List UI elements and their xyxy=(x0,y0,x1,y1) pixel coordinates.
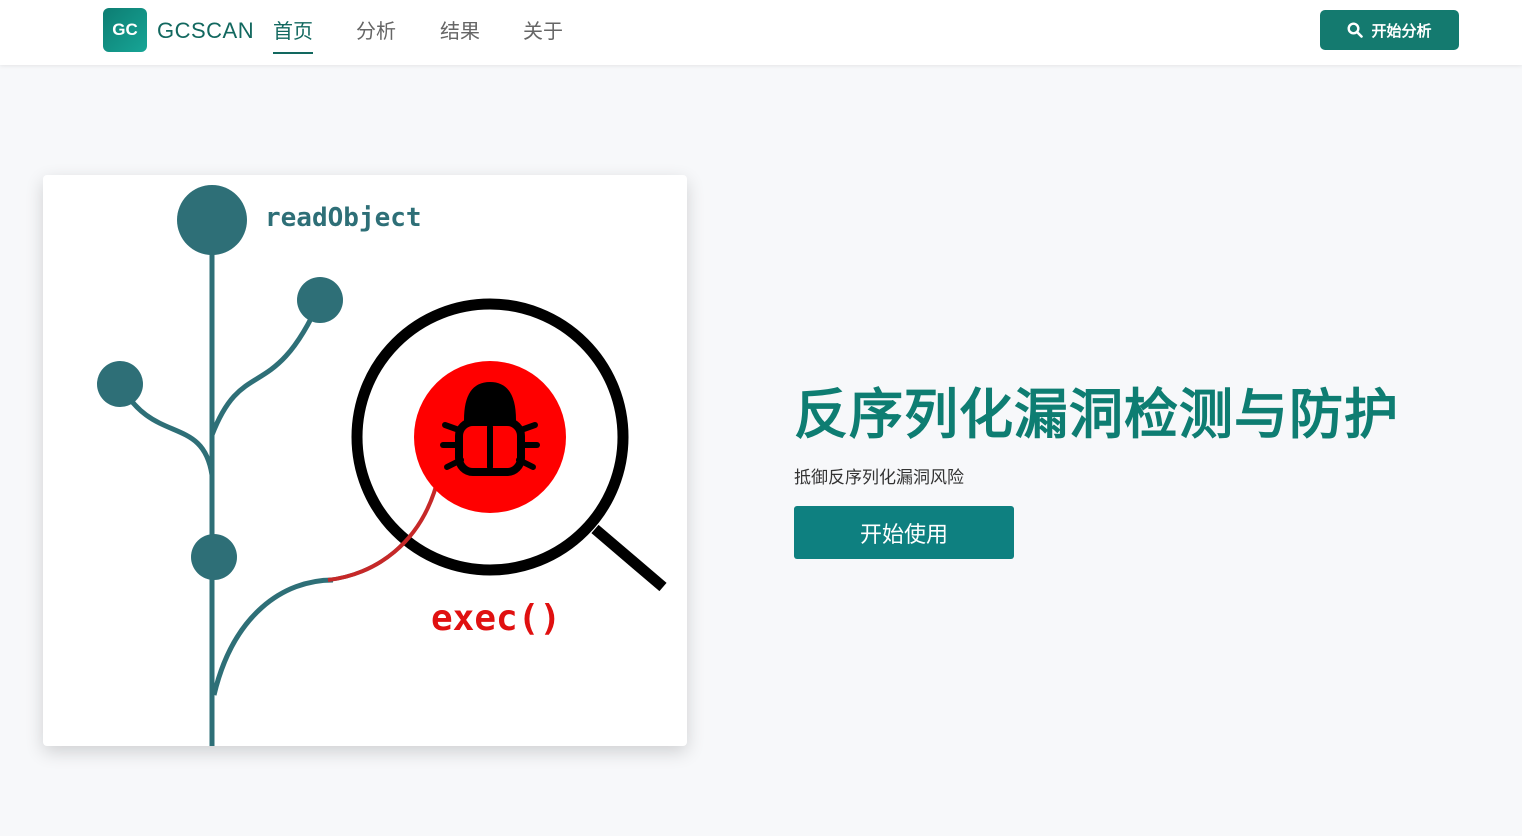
nav-results[interactable]: 结果 xyxy=(440,15,480,52)
label-readobject: readObject xyxy=(265,203,422,233)
search-icon xyxy=(1347,22,1364,38)
tree-node-left xyxy=(97,361,143,407)
nav-home[interactable]: 首页 xyxy=(273,15,313,54)
get-started-button[interactable]: 开始使用 xyxy=(794,506,1014,559)
hero-illustration: readObject exec() xyxy=(43,175,687,746)
hero-title: 反序列化漏洞检测与防护 xyxy=(794,385,1399,445)
tree-node-root xyxy=(177,185,247,255)
tree-node-bottom xyxy=(191,534,237,580)
label-exec: exec() xyxy=(431,598,562,639)
tree-branch-right xyxy=(209,298,323,436)
start-analysis-button[interactable]: 开始分析 xyxy=(1320,10,1459,50)
nav-analysis[interactable]: 分析 xyxy=(356,15,396,52)
start-analysis-label: 开始分析 xyxy=(1371,22,1432,40)
logo[interactable]: GC xyxy=(103,8,147,52)
deserialization-graphic xyxy=(97,185,667,746)
tree-branch-bottom xyxy=(211,577,334,696)
nav-about[interactable]: 关于 xyxy=(523,15,563,52)
magnifier-handle xyxy=(591,524,667,592)
hero-subtitle: 抵御反序列化漏洞风险 xyxy=(794,468,964,487)
tree-node-right xyxy=(297,277,343,323)
navbar: GC GCSCAN 首页 分析 结果 关于 开始分析 xyxy=(0,0,1522,65)
brand-name[interactable]: GCSCAN xyxy=(157,18,254,44)
